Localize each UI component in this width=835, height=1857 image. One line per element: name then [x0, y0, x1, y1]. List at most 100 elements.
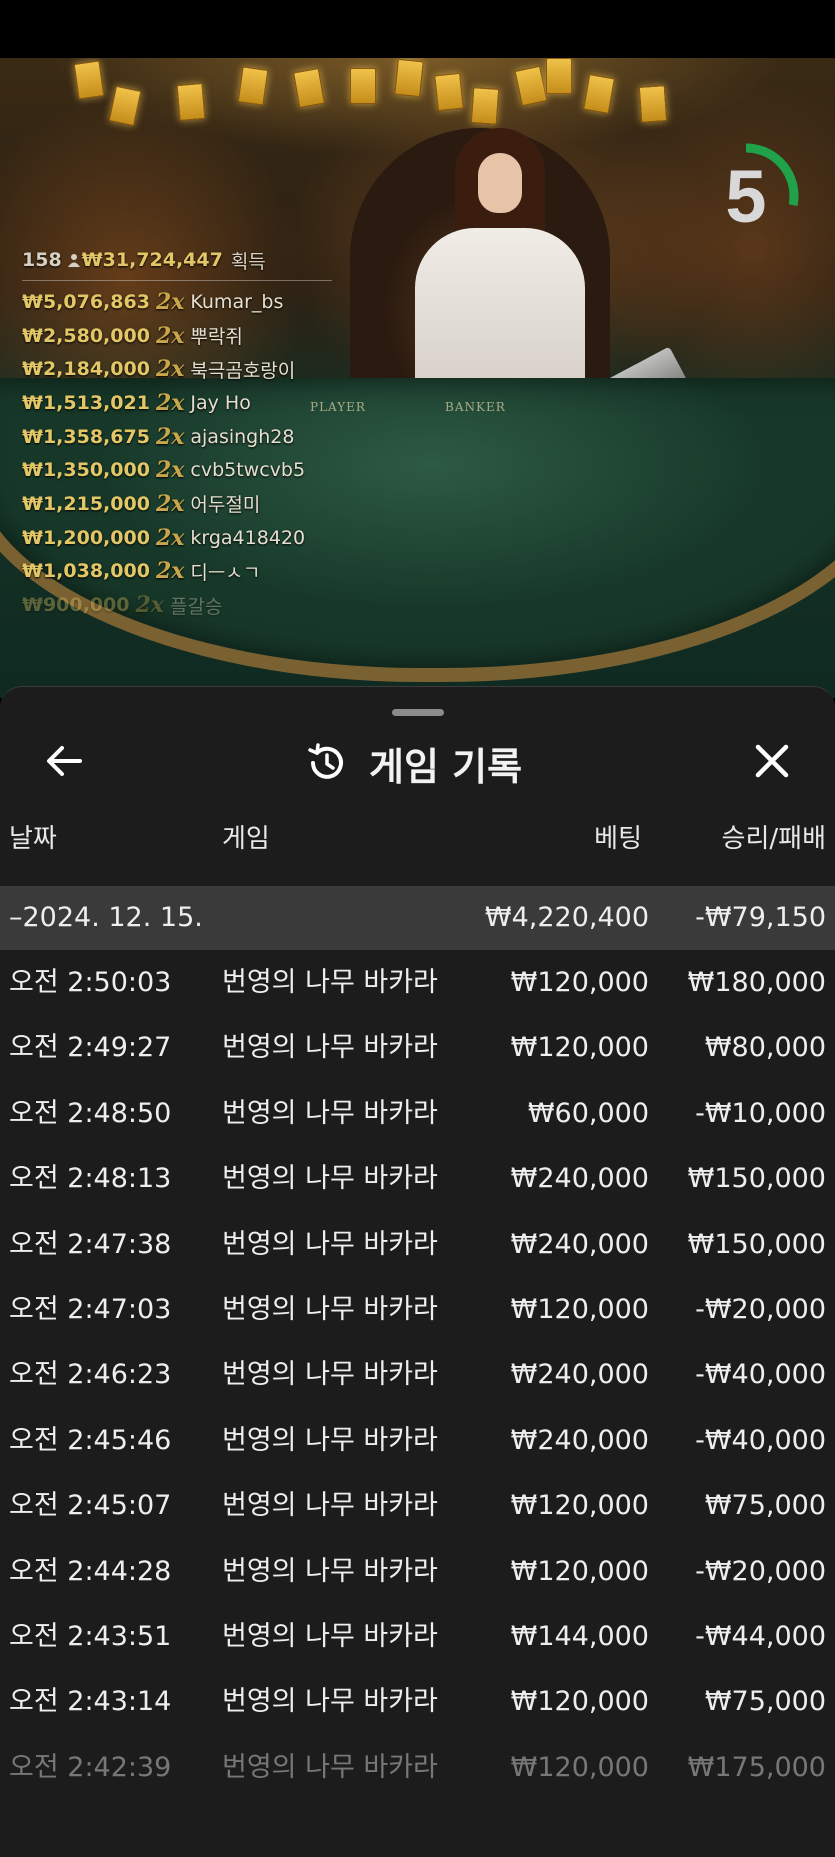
divider: [22, 280, 332, 281]
history-row[interactable]: 오전 2:47:03 번영의 나무 바카라 ₩120,000 -₩20,000: [0, 1277, 835, 1342]
winner-amount: ₩1,513,021: [22, 391, 150, 414]
row-result: ₩150,000: [687, 1163, 826, 1195]
timer-value: 5: [725, 154, 767, 238]
winner-multiplier: 2x: [155, 356, 185, 383]
column-date: 날짜: [9, 824, 57, 854]
history-row[interactable]: 오전 2:48:50 번영의 나무 바카라 ₩60,000 -₩10,000: [0, 1081, 835, 1146]
row-bet: ₩120,000: [510, 967, 649, 998]
row-result: ₩75,000: [704, 1686, 826, 1718]
row-game: 번영의 나무 바카라: [222, 1620, 438, 1652]
row-result: -₩10,000: [695, 1097, 826, 1129]
row-bet: ₩240,000: [510, 1163, 649, 1195]
row-result: -₩20,000: [695, 1555, 826, 1587]
row-time: 오전 2:48:50: [9, 1097, 172, 1129]
history-row[interactable]: 오전 2:43:14 번영의 나무 바카라 ₩120,000 ₩75,000: [0, 1669, 835, 1734]
dealer-face: [478, 153, 522, 213]
row-result: -₩40,000: [695, 1359, 826, 1391]
row-game: 번영의 나무 바카라: [222, 1228, 438, 1260]
group-result-total: -₩79,150: [695, 902, 826, 933]
row-game: 번영의 나무 바카라: [222, 1163, 438, 1195]
row-result: ₩80,000: [704, 1032, 826, 1064]
arrow-left-icon[interactable]: [40, 737, 88, 785]
winner-multiplier: 2x: [155, 457, 185, 484]
row-game: 번영의 나무 바카라: [222, 967, 438, 998]
row-game: 번영의 나무 바카라: [222, 1751, 438, 1783]
row-result: ₩175,000: [687, 1751, 826, 1783]
history-row[interactable]: 오전 2:49:27 번영의 나무 바카라 ₩120,000 ₩80,000: [0, 1015, 835, 1080]
row-game: 번영의 나무 바카라: [222, 1555, 438, 1587]
row-result: -₩20,000: [695, 1293, 826, 1325]
row-result: ₩180,000: [687, 967, 826, 998]
close-icon[interactable]: [748, 737, 796, 785]
gold-card-decoration: [638, 85, 668, 123]
winner-row: ₩1,200,000 2x krga418420: [22, 521, 342, 555]
game-history-panel: 게임 기록 날짜 게임 베팅 승리/패배 –2024. 12. 15. ₩4,2…: [0, 686, 835, 1857]
gold-card-decoration: [394, 58, 424, 98]
row-game: 번영의 나무 바카라: [222, 1097, 438, 1129]
date-group-row[interactable]: –2024. 12. 15. ₩4,220,400 -₩79,150: [0, 886, 835, 950]
winner-name: krga418420: [190, 526, 306, 549]
row-time: 오전 2:45:46: [9, 1424, 172, 1456]
table-header: 날짜 게임 베팅 승리/패배: [0, 807, 835, 871]
page-title: 게임 기록: [369, 744, 523, 789]
gold-card-decoration: [546, 58, 572, 94]
won-label: 획득: [230, 250, 266, 273]
gold-card-decoration: [176, 82, 206, 122]
history-row[interactable]: 오전 2:44:28 번영의 나무 바카라 ₩120,000 -₩20,000: [0, 1539, 835, 1604]
row-result: ₩75,000: [704, 1490, 826, 1522]
winner-multiplier: 2x: [155, 322, 185, 349]
winner-row: ₩2,580,000 2x 뿌락쥐: [22, 319, 342, 353]
winner-multiplier: 2x: [155, 490, 185, 517]
winner-name: 디ㅡㅅㄱ: [190, 561, 261, 584]
winner-multiplier: 2x: [155, 558, 185, 585]
row-time: 오전 2:42:39: [9, 1751, 172, 1783]
row-game: 번영의 나무 바카라: [222, 1686, 438, 1718]
group-date: –2024. 12. 15.: [9, 902, 203, 933]
winner-name: cvb5twcvb5: [190, 459, 306, 482]
history-list: 오전 2:50:03 번영의 나무 바카라 ₩120,000 ₩180,000 오전 2…: [0, 950, 835, 1800]
row-result: -₩44,000: [695, 1620, 826, 1652]
winner-count: 158: [22, 249, 62, 271]
history-row[interactable]: 오전 2:46:23 번영의 나무 바카라 ₩240,000 -₩40,000: [0, 1342, 835, 1407]
history-row[interactable]: 오전 2:45:07 번영의 나무 바카라 ₩120,000 ₩75,000: [0, 1473, 835, 1538]
gold-card-decoration: [434, 72, 464, 112]
history-row[interactable]: 오전 2:42:39 번영의 나무 바카라 ₩120,000 ₩175,000: [0, 1735, 835, 1800]
column-bet: 베팅: [594, 824, 642, 854]
row-bet: ₩120,000: [510, 1686, 649, 1718]
row-game: 번영의 나무 바카라: [222, 1490, 438, 1522]
status-bar: [0, 0, 835, 58]
winner-amount: ₩2,580,000: [22, 324, 150, 347]
panel-header: 게임 기록: [305, 735, 522, 791]
winners-list: 158 ₩31,724,447 획득 ₩5,076,863 2x Kumar_bs ₩…: [22, 246, 342, 622]
history-row[interactable]: 오전 2:47:38 번영의 나무 바카라 ₩240,000 ₩150,000: [0, 1212, 835, 1277]
row-bet: ₩120,000: [510, 1555, 649, 1587]
row-bet: ₩120,000: [510, 1490, 649, 1522]
winner-name: Jay Ho: [190, 391, 251, 414]
winner-name: 북극곰호랑이: [190, 359, 296, 382]
row-time: 오전 2:44:28: [9, 1555, 172, 1587]
winner-row: ₩1,215,000 2x 어두절미: [22, 487, 342, 521]
winners-total: ₩31,724,447: [81, 249, 223, 271]
row-game: 번영의 나무 바카라: [222, 1032, 438, 1064]
row-bet: ₩240,000: [510, 1228, 649, 1260]
history-row[interactable]: 오전 2:48:13 번영의 나무 바카라 ₩240,000 ₩150,000: [0, 1146, 835, 1211]
gold-card-decoration: [470, 87, 500, 125]
row-time: 오전 2:45:07: [9, 1490, 172, 1522]
row-time: 오전 2:46:23: [9, 1359, 172, 1391]
winner-multiplier: 2x: [135, 592, 164, 619]
winner-multiplier: 2x: [155, 423, 185, 450]
winner-amount: ₩1,215,000: [22, 492, 150, 515]
history-row[interactable]: 오전 2:43:51 번영의 나무 바카라 ₩144,000 -₩44,000: [0, 1604, 835, 1669]
row-result: ₩150,000: [687, 1228, 826, 1260]
gold-card-decoration: [350, 68, 376, 104]
live-video: PLAYER BANKER 5 158 ₩31,724,447 획득 ₩5,07…: [0, 58, 835, 698]
history-row[interactable]: 오전 2:45:46 번영의 나무 바카라 ₩240,000 -₩40,000: [0, 1408, 835, 1473]
column-game: 게임: [222, 824, 270, 854]
row-time: 오전 2:48:13: [9, 1163, 172, 1195]
history-row[interactable]: 오전 2:50:03 번영의 나무 바카라 ₩120,000 ₩180,000: [0, 950, 835, 1015]
drag-handle[interactable]: [392, 709, 444, 716]
row-time: 오전 2:43:51: [9, 1620, 172, 1652]
winner-amount: ₩1,350,000: [22, 459, 150, 482]
row-game: 번영의 나무 바카라: [222, 1293, 438, 1325]
gold-card-decoration: [237, 66, 269, 106]
